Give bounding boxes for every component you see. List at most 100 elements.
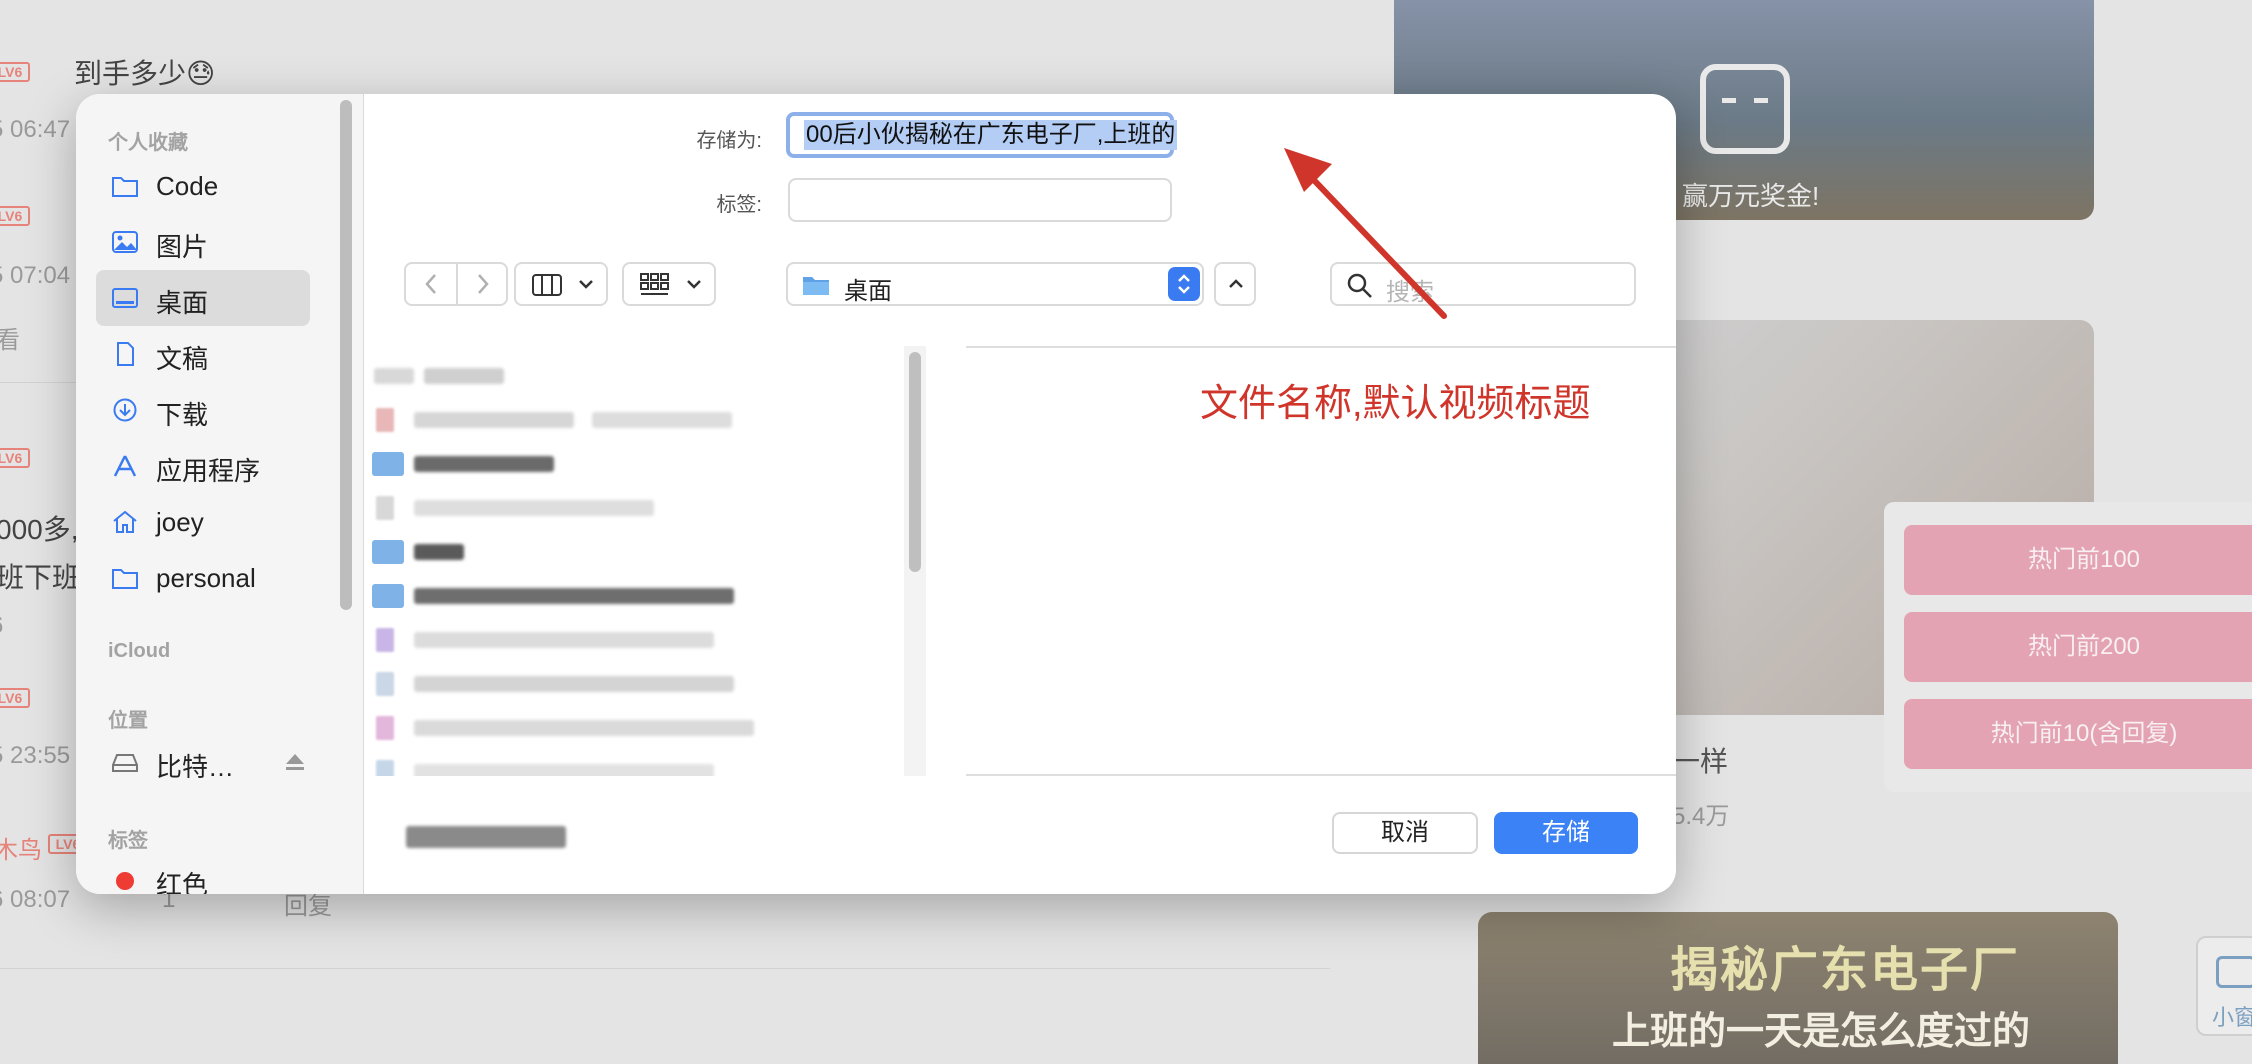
up-down-chevron-icon <box>1178 274 1190 294</box>
list-item[interactable] <box>364 532 884 570</box>
list-item[interactable] <box>364 752 884 776</box>
file-list-scrollbar[interactable] <box>904 346 926 776</box>
location-select[interactable]: 桌面 <box>786 262 1204 306</box>
comment-count: 6 <box>0 612 3 640</box>
new-folder-button[interactable] <box>406 816 566 856</box>
sidebar-item-label: 下载 <box>156 400 209 430</box>
divider <box>0 382 76 383</box>
hot-top200-button[interactable]: 热门前200 <box>1904 612 2252 682</box>
sidebar-item-documents[interactable]: 文稿 <box>96 326 310 382</box>
mini-window-button[interactable]: 小窗 <box>2196 936 2252 1036</box>
chevron-up-icon <box>1229 279 1243 288</box>
save-dialog: 个人收藏 Code 图片 桌面 文稿 下载 应用程序 joey personal… <box>76 94 1676 894</box>
sidebar-item-label: 比特… <box>156 752 235 782</box>
sidebar-scrollbar[interactable] <box>340 100 352 610</box>
sidebar-item-label: joey <box>156 507 204 537</box>
mini-window-icon <box>2216 956 2252 988</box>
sidebar-item-pictures[interactable]: 图片 <box>96 214 310 270</box>
sidebar-item-label: 图片 <box>156 232 209 262</box>
scrollbar-thumb[interactable] <box>909 352 921 572</box>
drive-icon <box>112 754 138 772</box>
group-view-button[interactable] <box>622 262 716 306</box>
eject-icon[interactable] <box>284 752 306 772</box>
comment-time: 6 08:07 <box>0 886 71 913</box>
save-button[interactable]: 存储 <box>1494 812 1638 854</box>
comment-time: 5 07:04 <box>0 262 71 289</box>
thumbnail-subtitle: 上班的一天是怎么度过的 <box>1612 1011 2031 1053</box>
chevron-down-icon <box>687 280 701 289</box>
save-as-value: 00后小伙揭秘在广东电子厂,上班的 <box>804 120 1178 150</box>
level-badge: LV6 <box>0 206 30 226</box>
sidebar-item-code[interactable]: Code <box>96 158 310 214</box>
sidebar-item-tag-red[interactable]: 红色 <box>96 852 310 894</box>
sidebar-item-home[interactable]: joey <box>96 494 310 550</box>
mini-window-label: 小窗 <box>2212 1005 2252 1030</box>
sidebar-section-icloud: iCloud <box>108 640 171 662</box>
collapse-button[interactable] <box>1214 262 1256 306</box>
back-arrow-icon[interactable] <box>418 270 446 298</box>
sidebar: 个人收藏 Code 图片 桌面 文稿 下载 应用程序 joey personal… <box>76 94 364 894</box>
comment-time: 5 06:47 <box>0 116 71 143</box>
list-item[interactable] <box>364 664 884 702</box>
comment-text: 000多, <box>0 514 79 545</box>
column-view-button[interactable] <box>514 262 608 306</box>
sidebar-item-personal[interactable]: personal <box>96 550 310 606</box>
annotation-label: 文件名称,默认视频标题 <box>1200 383 1591 425</box>
sidebar-item-label: 桌面 <box>156 288 209 318</box>
tags-input[interactable] <box>788 178 1172 222</box>
chevron-down-icon <box>579 280 593 289</box>
forward-arrow-icon[interactable] <box>468 270 496 298</box>
applications-icon <box>113 455 137 477</box>
save-as-label: 存储为: <box>696 130 762 152</box>
list-item[interactable] <box>364 356 884 394</box>
hot-top10-button[interactable]: 热门前10(含回复) <box>1904 699 2252 769</box>
document-icon <box>117 342 134 366</box>
photo-icon <box>112 231 138 253</box>
list-item[interactable] <box>364 576 884 614</box>
folder-icon <box>112 177 138 197</box>
sidebar-item-label: 应用程序 <box>156 456 261 486</box>
view-link[interactable]: 看 <box>0 320 20 355</box>
save-as-input[interactable]: 00后小伙揭秘在广东电子厂,上班的 <box>786 112 1178 158</box>
folder-icon <box>372 452 404 476</box>
search-icon <box>1347 273 1372 298</box>
sidebar-item-label: personal <box>156 563 256 593</box>
list-item[interactable] <box>364 444 884 482</box>
comment-text: 到手多少😓 <box>74 58 216 89</box>
video-title[interactable]: 一样 <box>1672 740 1728 780</box>
sidebar-section-favorites: 个人收藏 <box>108 132 188 154</box>
list-item[interactable] <box>364 488 884 526</box>
sidebar-section-locations: 位置 <box>108 710 148 732</box>
video-view-count: 5.4万 <box>1672 803 1730 830</box>
location-stepper[interactable] <box>1168 267 1200 301</box>
list-item[interactable] <box>364 400 884 438</box>
thumbnail-title: 揭秘广东电子厂 <box>1670 944 2021 997</box>
file-list <box>364 346 904 776</box>
sidebar-item-downloads[interactable]: 下载 <box>96 382 310 438</box>
level-badge: LV6 <box>0 688 30 708</box>
new-folder-label-obscured <box>406 826 566 848</box>
columns-icon <box>532 274 562 296</box>
folder-icon <box>112 569 138 589</box>
list-item[interactable] <box>364 708 884 746</box>
promo-caption: 赢万元奖金! <box>1682 181 1820 211</box>
red-tag-dot <box>116 872 134 890</box>
divider <box>456 264 458 304</box>
home-icon <box>113 510 137 533</box>
list-item[interactable] <box>364 620 884 658</box>
sidebar-item-applications[interactable]: 应用程序 <box>96 438 310 494</box>
search-input[interactable]: 搜索 <box>1330 262 1636 306</box>
hot-top100-button[interactable]: 热门前100 <box>1904 525 2252 595</box>
level-badge: LV6 <box>0 62 30 82</box>
sidebar-item-label: 文稿 <box>156 344 209 374</box>
sidebar-item-label: Code <box>156 171 219 201</box>
sidebar-item-desktop[interactable]: 桌面 <box>96 270 310 326</box>
comment-time: 5 23:55 <box>0 742 71 769</box>
tags-label: 标签: <box>716 194 762 216</box>
comment-username[interactable]: 木鸟 <box>0 830 42 865</box>
folder-icon <box>372 584 404 608</box>
folder-icon <box>372 540 404 564</box>
cancel-button[interactable]: 取消 <box>1332 812 1478 854</box>
sidebar-item-drive[interactable]: 比特… <box>96 734 310 790</box>
download-icon <box>113 398 137 422</box>
